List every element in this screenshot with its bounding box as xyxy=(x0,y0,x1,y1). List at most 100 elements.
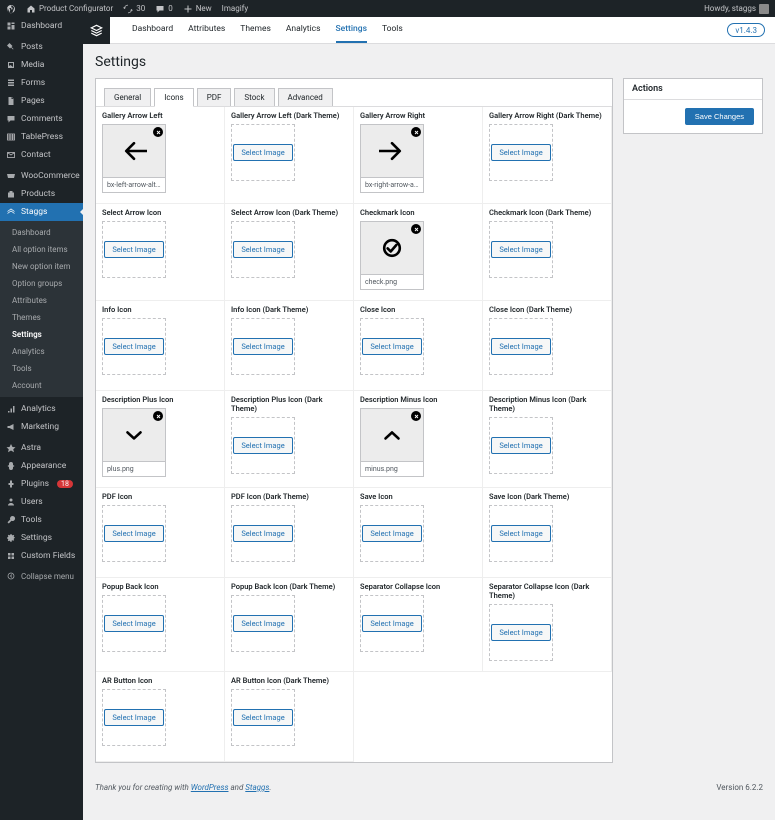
select-image-button[interactable]: Select Image xyxy=(233,437,292,454)
icon-field-label: Checkmark Icon xyxy=(360,208,476,217)
media-icon xyxy=(6,60,16,70)
icon-thumbnail[interactable] xyxy=(103,409,165,461)
menu-pages[interactable]: Pages xyxy=(0,92,83,110)
select-image-button[interactable]: Select Image xyxy=(491,144,550,161)
select-image-button[interactable]: Select Image xyxy=(491,437,550,454)
plugin-tab-analytics[interactable]: Analytics xyxy=(286,17,321,43)
actions-title: Actions xyxy=(624,79,762,100)
menu-plugins[interactable]: Plugins18 xyxy=(0,475,83,493)
menu-staggs[interactable]: Staggs xyxy=(0,203,83,221)
select-image-button[interactable]: Select Image xyxy=(233,144,292,161)
plugin-tab-dashboard[interactable]: Dashboard xyxy=(132,17,173,43)
select-image-button[interactable]: Select Image xyxy=(104,709,163,726)
select-image-button[interactable]: Select Image xyxy=(362,338,421,355)
footer-staggs-link[interactable]: Staggs xyxy=(245,783,269,792)
submenu-tools[interactable]: Tools xyxy=(0,360,83,377)
table-icon xyxy=(6,132,16,142)
ab-updates[interactable]: 30 xyxy=(123,4,145,14)
ab-wordpress-icon[interactable] xyxy=(6,4,16,14)
remove-image-icon[interactable] xyxy=(153,127,163,137)
icon-field-label: Info Icon xyxy=(102,305,218,314)
menu-products[interactable]: Products xyxy=(0,185,83,203)
staggs-logo-icon[interactable] xyxy=(83,17,110,44)
menu-settings[interactable]: Settings xyxy=(0,529,83,547)
select-image-button[interactable]: Select Image xyxy=(491,624,550,641)
select-image-button[interactable]: Select Image xyxy=(491,338,550,355)
select-image-button[interactable]: Select Image xyxy=(362,525,421,542)
select-image-button[interactable]: Select Image xyxy=(104,338,163,355)
ab-site-link[interactable]: Product Configurator xyxy=(26,4,113,14)
collapse-menu[interactable]: Collapse menu xyxy=(0,565,83,587)
menu-posts[interactable]: Posts xyxy=(0,38,83,56)
icon-field: Gallery Arrow Leftbx-left-arrow-alt... xyxy=(96,107,225,204)
icon-field: Checkmark Icon (Dark Theme)Select Image xyxy=(483,204,612,301)
tools-icon xyxy=(6,515,16,525)
plugin-version-badge: v1.4.3 xyxy=(727,23,765,37)
submenu-themes[interactable]: Themes xyxy=(0,309,83,326)
menu-appearance[interactable]: Appearance xyxy=(0,457,83,475)
plugin-tab-settings[interactable]: Settings xyxy=(336,17,367,43)
menu-comments[interactable]: Comments xyxy=(0,110,83,128)
select-image-button[interactable]: Select Image xyxy=(362,615,421,632)
save-changes-button[interactable]: Save Changes xyxy=(685,108,754,125)
ab-comments[interactable]: 0 xyxy=(155,4,173,14)
settings-tab-stock[interactable]: Stock xyxy=(234,88,274,106)
select-image-button[interactable]: Select Image xyxy=(233,338,292,355)
ab-imagify[interactable]: Imagify xyxy=(222,4,249,13)
icon-thumbnail[interactable] xyxy=(361,125,423,177)
submenu-all-option-items[interactable]: All option items xyxy=(0,241,83,258)
remove-image-icon[interactable] xyxy=(411,127,421,137)
menu-analytics[interactable]: Analytics xyxy=(0,400,83,418)
select-image-button[interactable]: Select Image xyxy=(233,709,292,726)
select-image-button[interactable]: Select Image xyxy=(233,525,292,542)
menu-contact[interactable]: Contact xyxy=(0,146,83,164)
plugin-tab-attributes[interactable]: Attributes xyxy=(188,17,225,43)
menu-astra[interactable]: Astra xyxy=(0,439,83,457)
icon-thumbnail[interactable] xyxy=(361,222,423,274)
plugin-header: Dashboard Attributes Themes Analytics Settin… xyxy=(83,17,775,44)
icon-thumbnail[interactable] xyxy=(103,125,165,177)
menu-media[interactable]: Media xyxy=(0,56,83,74)
submenu-settings[interactable]: Settings xyxy=(0,326,83,343)
settings-tab-general[interactable]: General xyxy=(104,88,151,106)
settings-tab-pdf[interactable]: PDF xyxy=(197,88,232,106)
remove-image-icon[interactable] xyxy=(411,411,421,421)
footer-wordpress-link[interactable]: WordPress xyxy=(191,783,229,792)
select-image-button[interactable]: Select Image xyxy=(104,615,163,632)
pin-icon xyxy=(6,42,16,52)
settings-tab-icons[interactable]: Icons xyxy=(154,88,193,107)
submenu-new-option-item[interactable]: New option item xyxy=(0,258,83,275)
icon-thumbnail[interactable] xyxy=(361,409,423,461)
select-image-button[interactable]: Select Image xyxy=(491,241,550,258)
submenu-analytics[interactable]: Analytics xyxy=(0,343,83,360)
plugin-tab-themes[interactable]: Themes xyxy=(240,17,271,43)
icon-field: AR Button Icon Select Image xyxy=(96,672,225,762)
settings-tab-advanced[interactable]: Advanced xyxy=(278,88,333,106)
menu-forms[interactable]: Forms xyxy=(0,74,83,92)
select-image-button[interactable]: Select Image xyxy=(104,525,163,542)
submenu-attributes[interactable]: Attributes xyxy=(0,292,83,309)
select-image-button[interactable]: Select Image xyxy=(233,615,292,632)
menu-dashboard[interactable]: Dashboard xyxy=(0,17,83,35)
ab-account[interactable]: Howdy, staggs xyxy=(704,4,769,14)
menu-custom-fields[interactable]: Custom Fields xyxy=(0,547,83,565)
submenu-option-groups[interactable]: Option groups xyxy=(0,275,83,292)
menu-tablepress[interactable]: TablePress xyxy=(0,128,83,146)
menu-marketing[interactable]: Marketing xyxy=(0,418,83,436)
icon-field-label: AR Button Icon xyxy=(102,676,218,685)
icon-field-label: Select Arrow Icon xyxy=(102,208,218,217)
remove-image-icon[interactable] xyxy=(411,224,421,234)
submenu-account[interactable]: Account xyxy=(0,377,83,394)
menu-woocommerce[interactable]: WooCommerce xyxy=(0,167,83,185)
select-image-button[interactable]: Select Image xyxy=(104,241,163,258)
menu-tools[interactable]: Tools xyxy=(0,511,83,529)
ab-new[interactable]: New xyxy=(183,4,212,14)
menu-users[interactable]: Users xyxy=(0,493,83,511)
icon-field-label: Close Icon (Dark Theme) xyxy=(489,305,605,314)
icon-field: Gallery Arrow Left (Dark Theme)Select Im… xyxy=(225,107,354,204)
remove-image-icon[interactable] xyxy=(153,411,163,421)
submenu-dashboard[interactable]: Dashboard xyxy=(0,224,83,241)
plugin-tab-tools[interactable]: Tools xyxy=(382,17,403,43)
select-image-button[interactable]: Select Image xyxy=(233,241,292,258)
select-image-button[interactable]: Select Image xyxy=(491,525,550,542)
